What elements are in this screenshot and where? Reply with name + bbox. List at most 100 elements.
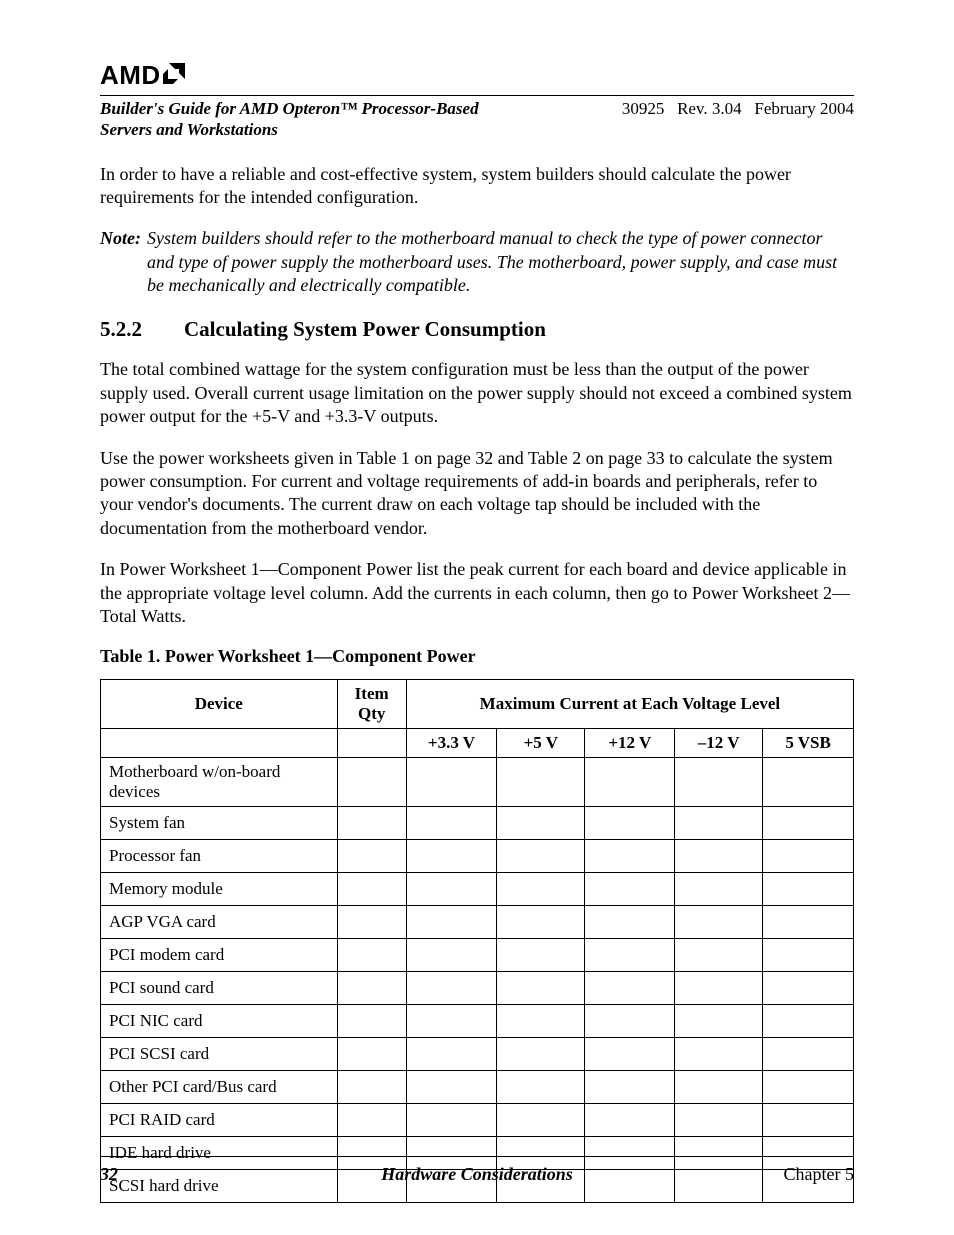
footer-rule: [100, 1156, 854, 1157]
document-title: Builder's Guide for AMD Opteron™ Process…: [100, 98, 530, 141]
value-cell: [675, 972, 763, 1005]
value-cell: [675, 1071, 763, 1104]
table-caption: Table 1. Power Worksheet 1—Component Pow…: [100, 646, 854, 667]
amd-logo: AMD: [100, 60, 854, 91]
value-cell: [406, 1038, 496, 1071]
value-cell: [585, 1104, 675, 1137]
amd-arrow-icon: [163, 60, 185, 91]
value-cell: [675, 939, 763, 972]
value-cell: [406, 840, 496, 873]
blank-head-device: [101, 729, 338, 758]
value-cell: [763, 939, 854, 972]
doc-number: 30925: [622, 99, 665, 118]
value-cell: [585, 1005, 675, 1038]
paragraph-2: Use the power worksheets given in Table …: [100, 447, 854, 541]
table-row: PCI RAID card: [101, 1104, 854, 1137]
value-cell: [675, 1038, 763, 1071]
value-cell: [406, 1071, 496, 1104]
qty-cell: [337, 758, 406, 807]
value-cell: [763, 906, 854, 939]
value-cell: [675, 1005, 763, 1038]
value-cell: [406, 758, 496, 807]
value-cell: [763, 1071, 854, 1104]
header-row: Builder's Guide for AMD Opteron™ Process…: [100, 98, 854, 141]
value-cell: [406, 1005, 496, 1038]
paragraph-1: The total combined wattage for the syste…: [100, 358, 854, 428]
intro-paragraph: In order to have a reliable and cost-eff…: [100, 163, 854, 210]
value-cell: [763, 873, 854, 906]
value-cell: [763, 972, 854, 1005]
doc-revision: Rev. 3.04: [677, 99, 742, 118]
value-cell: [763, 1038, 854, 1071]
value-cell: [763, 840, 854, 873]
value-cell: [497, 939, 585, 972]
table-header-row-1: DeviceItem QtyMaximum Current at Each Vo…: [101, 680, 854, 729]
col-head-voltage-span: Maximum Current at Each Voltage Level: [406, 680, 853, 729]
value-cell: [763, 758, 854, 807]
value-cell: [406, 1104, 496, 1137]
device-cell: PCI RAID card: [101, 1104, 338, 1137]
document-meta: 30925 Rev. 3.04 February 2004: [622, 98, 854, 119]
table-header-row-2: +3.3 V+5 V+12 V–12 V5 VSB: [101, 729, 854, 758]
qty-cell: [337, 807, 406, 840]
footer-row: 32 Hardware Considerations Chapter 5: [100, 1164, 854, 1185]
device-cell: PCI modem card: [101, 939, 338, 972]
col-head-voltage: +5 V: [497, 729, 585, 758]
table-row: PCI SCSI card: [101, 1038, 854, 1071]
table-row: System fan: [101, 807, 854, 840]
value-cell: [675, 840, 763, 873]
document-page: AMD Builder's Guide for AMD Opteron™ Pro…: [0, 0, 954, 1235]
value-cell: [675, 807, 763, 840]
qty-cell: [337, 906, 406, 939]
paragraph-3: In Power Worksheet 1—Component Power lis…: [100, 558, 854, 628]
device-cell: AGP VGA card: [101, 906, 338, 939]
table-row: AGP VGA card: [101, 906, 854, 939]
value-cell: [675, 873, 763, 906]
value-cell: [675, 1104, 763, 1137]
col-head-voltage: –12 V: [675, 729, 763, 758]
value-cell: [763, 807, 854, 840]
blank-head-qty: [337, 729, 406, 758]
table-row: PCI sound card: [101, 972, 854, 1005]
qty-cell: [337, 1038, 406, 1071]
qty-cell: [337, 840, 406, 873]
value-cell: [585, 758, 675, 807]
value-cell: [675, 758, 763, 807]
value-cell: [406, 873, 496, 906]
section-title: Calculating System Power Consumption: [184, 317, 546, 342]
doc-date: February 2004: [754, 99, 854, 118]
device-cell: PCI NIC card: [101, 1005, 338, 1038]
device-cell: Other PCI card/Bus card: [101, 1071, 338, 1104]
value-cell: [406, 807, 496, 840]
value-cell: [497, 1104, 585, 1137]
value-cell: [585, 873, 675, 906]
col-head-voltage: 5 VSB: [763, 729, 854, 758]
value-cell: [497, 807, 585, 840]
table-row: Memory module: [101, 873, 854, 906]
value-cell: [497, 906, 585, 939]
value-cell: [406, 906, 496, 939]
value-cell: [585, 972, 675, 1005]
section-heading: 5.2.2 Calculating System Power Consumpti…: [100, 317, 854, 342]
note-block: Note: System builders should refer to th…: [100, 227, 854, 297]
value-cell: [406, 972, 496, 1005]
value-cell: [585, 906, 675, 939]
value-cell: [406, 939, 496, 972]
table-row: PCI modem card: [101, 939, 854, 972]
device-cell: Motherboard w/on-board devices: [101, 758, 338, 807]
qty-cell: [337, 1071, 406, 1104]
col-head-voltage: +3.3 V: [406, 729, 496, 758]
device-cell: System fan: [101, 807, 338, 840]
value-cell: [497, 840, 585, 873]
value-cell: [585, 807, 675, 840]
value-cell: [497, 972, 585, 1005]
value-cell: [497, 1071, 585, 1104]
qty-cell: [337, 972, 406, 1005]
value-cell: [585, 1071, 675, 1104]
value-cell: [497, 758, 585, 807]
table-row: Motherboard w/on-board devices: [101, 758, 854, 807]
table-row: PCI NIC card: [101, 1005, 854, 1038]
value-cell: [763, 1104, 854, 1137]
device-cell: PCI sound card: [101, 972, 338, 1005]
section-number: 5.2.2: [100, 317, 184, 342]
